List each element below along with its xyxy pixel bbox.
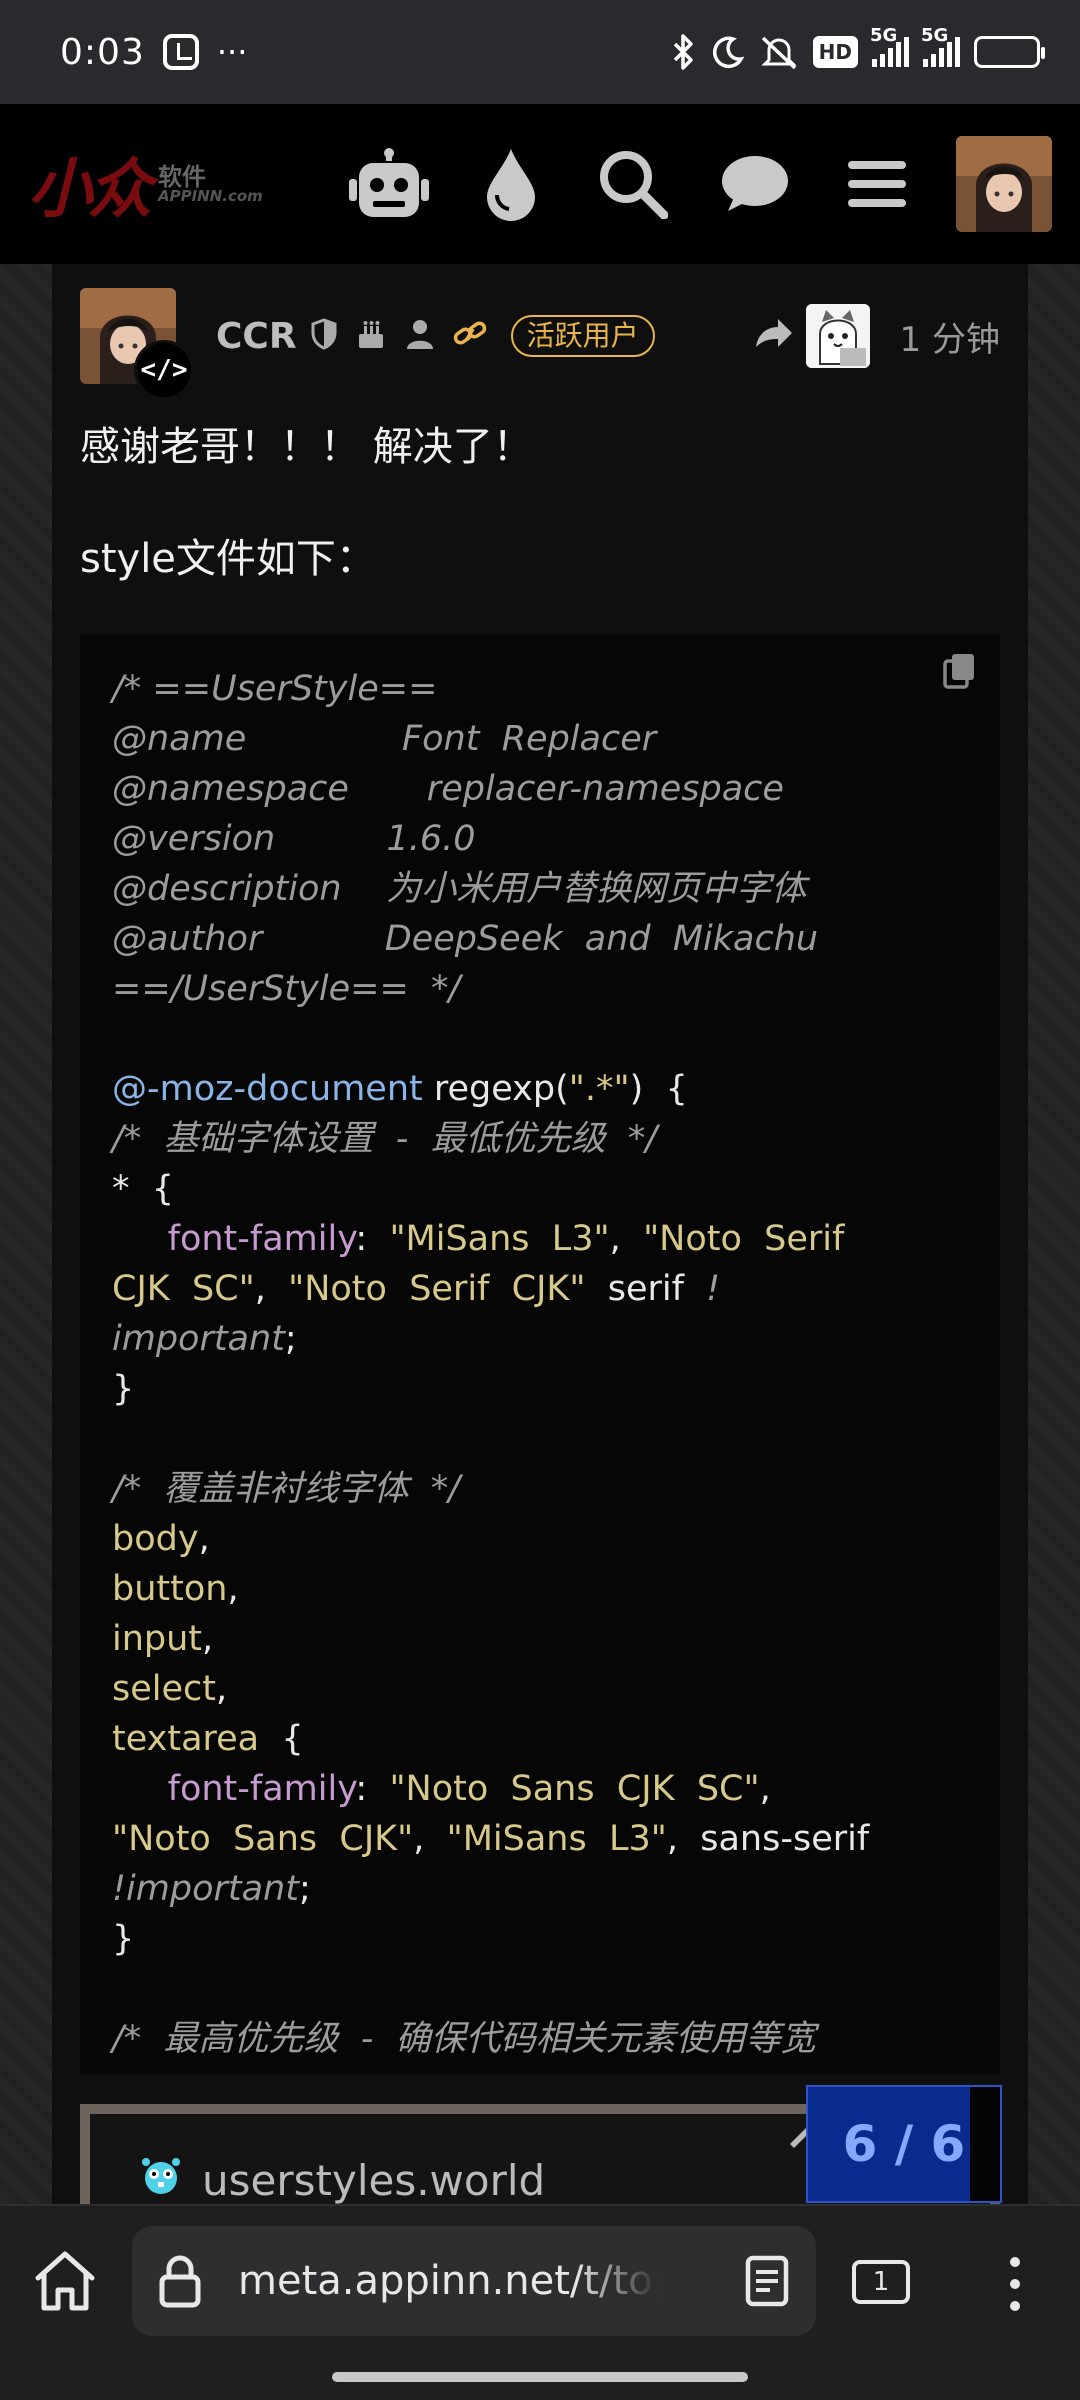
reply-to-avatar[interactable] (805, 304, 870, 368)
code-block: /* ==UserStyle== @name Font Replacer @na… (80, 634, 1000, 2074)
shield-icon (311, 318, 337, 354)
battery-percent: 89 (993, 40, 1021, 64)
code-line: select, (112, 1669, 228, 1709)
code-line: font-family: "MiSans L3", "Noto Serif (112, 1219, 845, 1259)
robot-icon[interactable] (328, 123, 450, 245)
code-line: @author DeepSeek and Mikachu (112, 919, 819, 959)
status-time: 0:03 (60, 31, 145, 73)
reply-arrow-icon (754, 317, 794, 355)
post-time-unit: 分钟 (932, 319, 1000, 360)
link-icon (453, 319, 487, 353)
user-avatar[interactable] (956, 136, 1052, 232)
tabs-button[interactable]: 1 (852, 2260, 910, 2304)
post-author-avatar[interactable]: </> (80, 288, 194, 400)
code-line: } (112, 1919, 135, 1959)
tab-count: 1 (872, 2267, 890, 2297)
code-line: @-moz-document regexp(".*") { (112, 1069, 688, 1109)
code-line: } (112, 1369, 135, 1409)
post-text-line-1: 感谢老哥！！！ 解决了！ (80, 424, 533, 470)
post-time-number: 1 (899, 319, 922, 360)
reader-mode-icon[interactable] (740, 2254, 794, 2308)
drop-icon[interactable] (450, 123, 572, 245)
gesture-bar[interactable] (332, 2372, 748, 2382)
code-line: ==/UserStyle== */ (112, 969, 461, 1009)
mute-bell-icon (759, 32, 799, 72)
browser-toolbar: meta.appinn.net/t/topic 1 (0, 2204, 1080, 2400)
onebox-site-name: userstyles.world (202, 2155, 546, 2205)
progress-text: 6 / 6 (842, 2115, 966, 2173)
code-line: /* 最高优先级 - 确保代码相关元素使用等宽 (112, 2019, 816, 2059)
code-line: /* 基础字体设置 - 最低优先级 */ (112, 1119, 658, 1159)
signal-1-icon: 5G (870, 25, 909, 67)
code-line: font-family: "Noto Sans CJK SC", (112, 1769, 771, 1809)
more-notifications-icon: ··· (216, 33, 248, 71)
code-line: /* ==UserStyle== (112, 669, 438, 709)
home-icon[interactable] (30, 2246, 100, 2316)
code-line: !important; (112, 1869, 311, 1909)
person-icon (405, 318, 435, 354)
post-text-line-2: style文件如下： (80, 536, 376, 582)
address-bar[interactable]: meta.appinn.net/t/topic (132, 2226, 816, 2336)
search-icon[interactable] (572, 123, 694, 245)
bluetooth-icon (671, 32, 697, 72)
post-header: </> CCR 活跃用户 1 分钟 (80, 288, 1000, 400)
screen-time-icon (162, 34, 199, 70)
site-logo[interactable]: 小众 软件 APPINN.com (28, 138, 308, 230)
topic-post: </> CCR 活跃用户 1 分钟 感谢老哥！！！ 解决了！ style文件如下… (52, 264, 1028, 2204)
logo-mark: 小众 (28, 153, 152, 227)
code-line: body, (112, 1519, 210, 1559)
signal-1-label: 5G (870, 25, 898, 46)
code-line: CJK SC", "Noto Serif CJK" serif ! (112, 1269, 721, 1309)
lock-icon[interactable] (152, 2253, 208, 2309)
code-line: "Noto Sans CJK", "MiSans L3", sans-serif (112, 1819, 870, 1859)
code-line: * { (112, 1169, 175, 1209)
code-line: @name Font Replacer (112, 719, 657, 759)
post-username[interactable]: CCR (216, 316, 297, 357)
cake-icon (355, 318, 387, 354)
signal-2-icon: 5G (921, 25, 960, 67)
user-title-badge: 活跃用户 (510, 315, 655, 357)
chat-icon[interactable] (694, 123, 816, 245)
site-header: 小众 软件 APPINN.com (0, 104, 1080, 264)
overflow-menu-icon[interactable] (1000, 2254, 1030, 2314)
logo-cn-text: 软件 (158, 162, 206, 191)
status-bar: 0:03 ··· HD 5G 5G 89 (0, 0, 1080, 104)
battery-icon: 89 (974, 36, 1045, 68)
code-badge-icon: </> (134, 340, 194, 400)
url-text[interactable]: meta.appinn.net/t/topic (238, 2258, 658, 2304)
code-line: @description 为小米用户替换网页中字体 (112, 869, 807, 909)
topic-progress-indicator[interactable]: 6 / 6 (806, 2085, 1002, 2203)
code-line: button, (112, 1569, 239, 1609)
hd-voice-badge: HD (812, 36, 858, 68)
hamburger-icon[interactable] (816, 123, 938, 245)
code-line: input, (112, 1619, 214, 1659)
moon-icon (711, 32, 745, 72)
signal-2-label: 5G (921, 25, 949, 46)
code-line: /* 覆盖非衬线字体 */ (112, 1469, 461, 1509)
code-line: @namespace replacer-namespace (112, 769, 784, 809)
code-line: @version 1.6.0 (112, 819, 476, 859)
code-line: textarea { (112, 1719, 304, 1759)
copy-code-icon[interactable] (940, 650, 980, 690)
screen: { "status_bar": { "time": "0:03", "more"… (0, 0, 1080, 2400)
code-line: important; (112, 1319, 297, 1359)
gopher-icon (140, 2154, 182, 2204)
logo-en-text: APPINN.com (158, 186, 263, 205)
